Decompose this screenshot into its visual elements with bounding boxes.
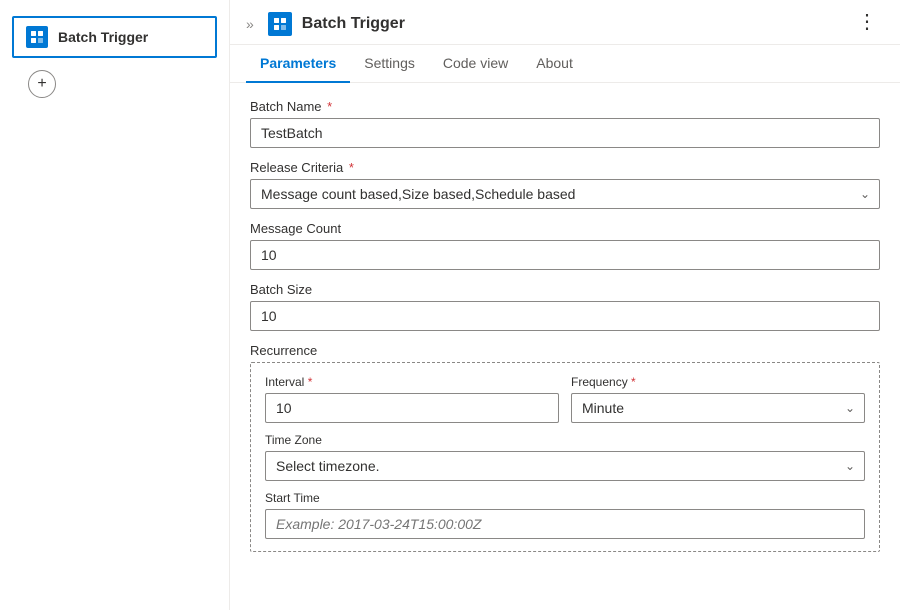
main-content: » Batch Trigger ⋮ Parameters Settings Co… xyxy=(230,0,900,610)
message-count-input[interactable] xyxy=(250,240,880,270)
tab-about[interactable]: About xyxy=(522,45,587,83)
batch-size-field: Batch Size xyxy=(250,282,880,331)
batch-name-field: Batch Name * xyxy=(250,99,880,148)
page-title: Batch Trigger xyxy=(302,15,884,33)
interval-col: Interval * xyxy=(265,375,559,423)
frequency-label: Frequency * xyxy=(571,375,865,389)
add-step-button[interactable]: + xyxy=(28,70,56,98)
main-header: » Batch Trigger ⋮ xyxy=(230,0,900,45)
tab-code-view[interactable]: Code view xyxy=(429,45,522,83)
more-options-button[interactable]: ⋮ xyxy=(851,8,884,36)
message-count-field: Message Count xyxy=(250,221,880,270)
sidebar-item-label: Batch Trigger xyxy=(58,29,148,45)
header-trigger-icon xyxy=(268,12,292,36)
message-count-label: Message Count xyxy=(250,221,880,236)
timezone-field: Time Zone Select timezone. ⌄ xyxy=(265,433,865,481)
start-time-input[interactable] xyxy=(265,509,865,539)
frequency-select[interactable]: Minute xyxy=(571,393,865,423)
frequency-col: Frequency * Minute ⌄ xyxy=(571,375,865,423)
tab-settings[interactable]: Settings xyxy=(350,45,429,83)
release-criteria-select[interactable]: Message count based,Size based,Schedule … xyxy=(250,179,880,209)
batch-name-label: Batch Name * xyxy=(250,99,880,114)
sidebar-item-batch-trigger[interactable]: Batch Trigger xyxy=(12,16,217,58)
timezone-wrapper: Select timezone. ⌄ xyxy=(265,451,865,481)
interval-input[interactable] xyxy=(265,393,559,423)
release-criteria-wrapper: Message count based,Size based,Schedule … xyxy=(250,179,880,209)
recurrence-label: Recurrence xyxy=(250,343,880,358)
timezone-label: Time Zone xyxy=(265,433,865,447)
tabs-bar: Parameters Settings Code view About xyxy=(230,45,900,83)
collapse-icon[interactable]: » xyxy=(246,16,254,32)
start-time-field: Start Time xyxy=(265,491,865,539)
batch-name-input[interactable] xyxy=(250,118,880,148)
start-time-label: Start Time xyxy=(265,491,865,505)
tab-parameters[interactable]: Parameters xyxy=(246,45,350,83)
timezone-select[interactable]: Select timezone. xyxy=(265,451,865,481)
recurrence-section: Interval * Frequency * Minute ⌄ xyxy=(250,362,880,552)
batch-size-label: Batch Size xyxy=(250,282,880,297)
form-content: Batch Name * Release Criteria * Message … xyxy=(230,83,900,568)
interval-frequency-row: Interval * Frequency * Minute ⌄ xyxy=(265,375,865,423)
recurrence-section-group: Recurrence Interval * Frequency * xyxy=(250,343,880,552)
frequency-wrapper: Minute ⌄ xyxy=(571,393,865,423)
batch-size-input[interactable] xyxy=(250,301,880,331)
release-criteria-field: Release Criteria * Message count based,S… xyxy=(250,160,880,209)
interval-label: Interval * xyxy=(265,375,559,389)
batch-trigger-icon xyxy=(26,26,48,48)
sidebar: Batch Trigger + xyxy=(0,0,230,610)
release-criteria-label: Release Criteria * xyxy=(250,160,880,175)
